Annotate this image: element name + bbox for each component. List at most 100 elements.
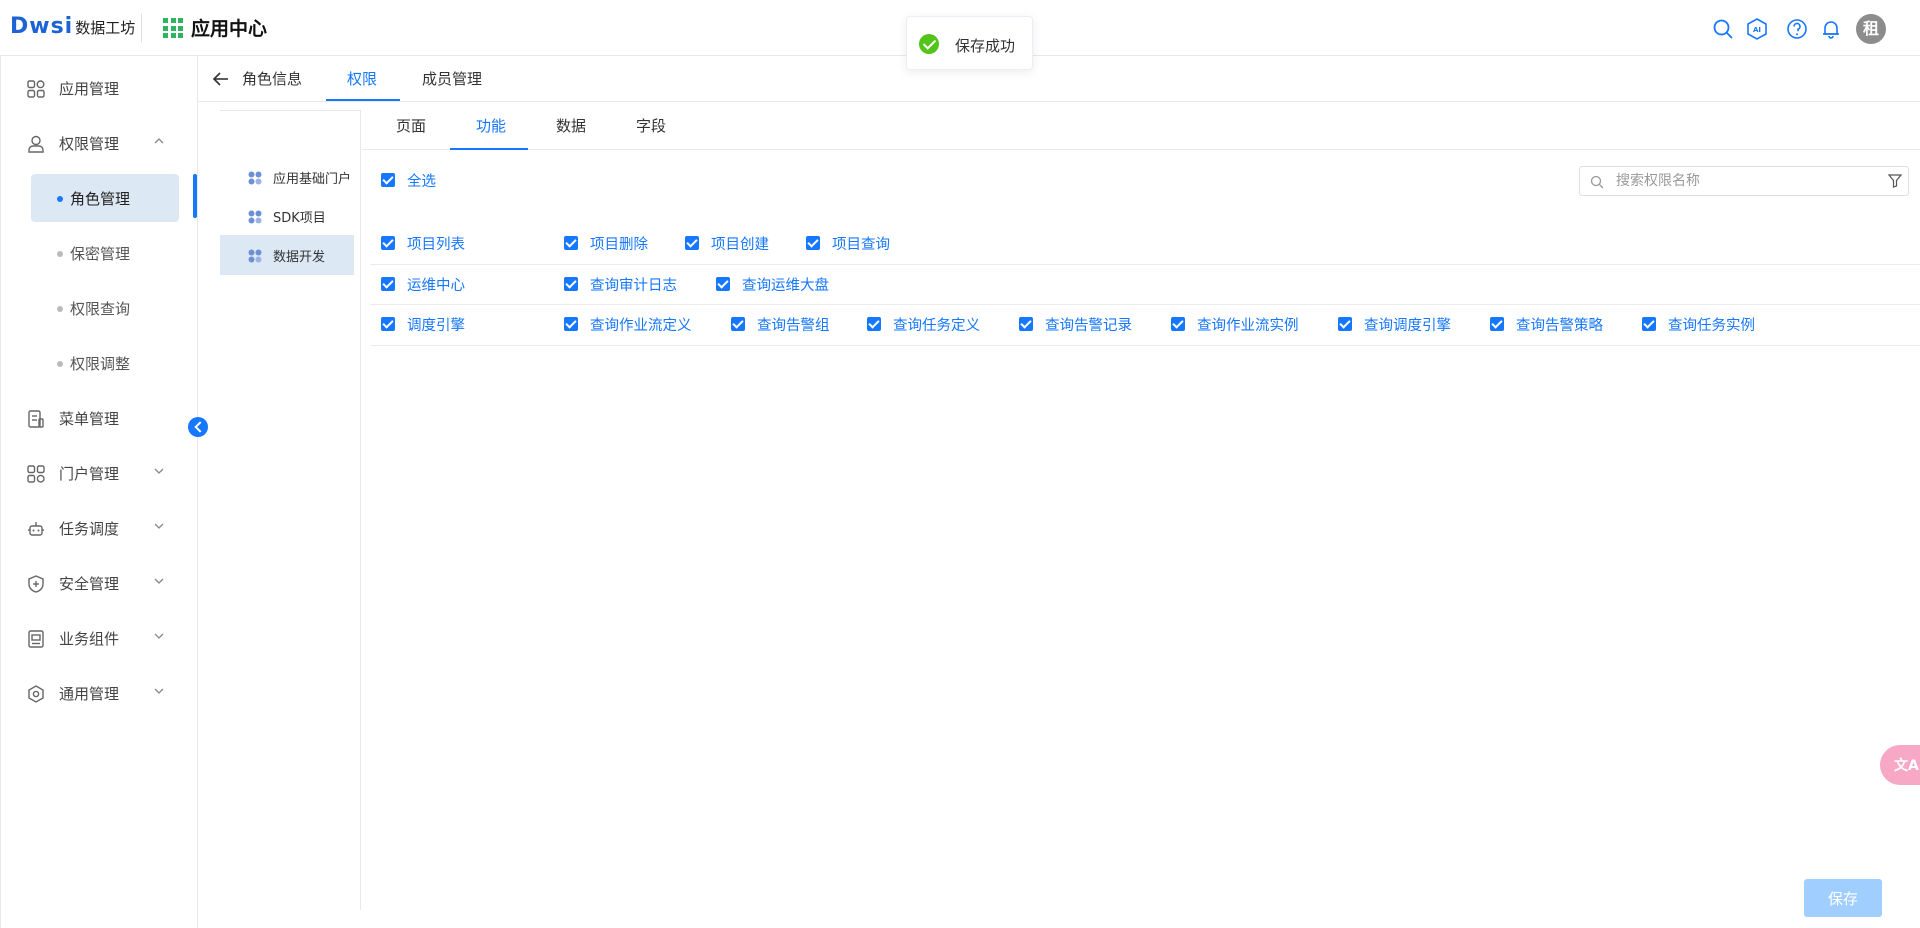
- project-item-label: 应用基础门户: [273, 172, 352, 187]
- permission-label[interactable]: 查询作业流实例: [1197, 314, 1299, 335]
- project-item[interactable]: SDK项目: [220, 196, 354, 236]
- sidebar-subitem-label: 权限调整: [70, 355, 131, 373]
- project-icon: [248, 210, 262, 224]
- chevron-up-icon: [154, 138, 164, 144]
- chevron-down-icon: [154, 523, 164, 529]
- menu-doc-icon: [28, 410, 44, 428]
- permission-checkbox[interactable]: [564, 317, 578, 331]
- permission-checkbox[interactable]: [716, 277, 730, 291]
- permission-label[interactable]: 查询运维大盘: [742, 274, 829, 295]
- sidebar-active-indicator: [193, 174, 197, 218]
- permission-label[interactable]: 项目创建: [711, 233, 769, 254]
- role-tabs: 角色信息 权限 成员管理: [198, 56, 1920, 102]
- bell-icon[interactable]: [1820, 18, 1842, 40]
- project-list: 应用基础门户 SDK项目 数据开发: [220, 110, 361, 910]
- select-all-checkbox[interactable]: [381, 173, 395, 187]
- permission-checkbox[interactable]: [1338, 317, 1352, 331]
- collapse-sidebar-button[interactable]: [188, 417, 208, 437]
- permission-checkbox[interactable]: [731, 317, 745, 331]
- group-label[interactable]: 运维中心: [407, 274, 465, 295]
- save-button[interactable]: 保存: [1804, 879, 1882, 917]
- project-icon: [248, 249, 262, 263]
- apps-icon: [27, 80, 45, 98]
- permission-label[interactable]: 项目删除: [590, 233, 648, 254]
- back-arrow-icon[interactable]: [212, 70, 230, 88]
- tab-page[interactable]: 页面: [396, 115, 426, 136]
- tab-field[interactable]: 字段: [636, 115, 666, 136]
- sidebar-item-label: 通用管理: [59, 685, 120, 703]
- filter-icon[interactable]: [1888, 174, 1902, 188]
- sidebar-item-label: 任务调度: [59, 520, 120, 538]
- permission-checkbox[interactable]: [1642, 317, 1656, 331]
- permission-label[interactable]: 查询告警记录: [1045, 314, 1132, 335]
- chevron-down-icon: [154, 468, 164, 474]
- group-label[interactable]: 调度引擎: [407, 314, 465, 335]
- tab-data[interactable]: 数据: [556, 115, 586, 136]
- project-item-label: SDK项目: [273, 211, 326, 226]
- bullet-dot: [57, 251, 63, 257]
- search-input[interactable]: [1616, 171, 1866, 191]
- permission-checkbox[interactable]: [564, 236, 578, 250]
- permission-checkbox[interactable]: [564, 277, 578, 291]
- tab-permissions[interactable]: 权限: [347, 68, 377, 89]
- sidebar-item-permission-management[interactable]: 权限管理: [1, 123, 198, 163]
- svg-text:AI: AI: [1753, 26, 1761, 34]
- permission-label[interactable]: 查询调度引擎: [1364, 314, 1451, 335]
- role-info-title[interactable]: 角色信息: [242, 68, 302, 89]
- shield-icon: [28, 575, 44, 593]
- sidebar-item-menu-management[interactable]: 菜单管理: [1, 398, 198, 438]
- tab-function[interactable]: 功能: [476, 115, 506, 136]
- help-icon[interactable]: [1786, 18, 1808, 40]
- group-checkbox[interactable]: [381, 277, 395, 291]
- select-all-label[interactable]: 全选: [407, 170, 436, 191]
- sidebar-subitem-secret-management[interactable]: 保密管理: [31, 229, 179, 277]
- permission-label[interactable]: 查询任务定义: [893, 314, 980, 335]
- ai-icon[interactable]: AI: [1746, 18, 1768, 40]
- sidebar-item-security-management[interactable]: 安全管理: [1, 563, 198, 603]
- tab-member-management[interactable]: 成员管理: [422, 68, 482, 89]
- sidebar-subitem-permission-adjust[interactable]: 权限调整: [31, 339, 179, 387]
- portal-icon: [27, 465, 45, 483]
- sidebar-item-task-scheduling[interactable]: 任务调度: [1, 508, 198, 548]
- permission-label[interactable]: 查询告警组: [757, 314, 830, 335]
- brand-logo-text: Dwsi: [10, 14, 74, 39]
- permission-label[interactable]: 查询作业流定义: [590, 314, 692, 335]
- permission-checkbox[interactable]: [685, 236, 699, 250]
- permission-label[interactable]: 查询审计日志: [590, 274, 677, 295]
- chevron-down-icon: [154, 688, 164, 694]
- sidebar-subitem-role-management[interactable]: 角色管理: [31, 174, 179, 222]
- permission-search: [1579, 166, 1909, 196]
- sidebar: 应用管理 权限管理 角色管理 保密管理 权限查询 权限调整 菜单管理 门户管理 …: [0, 56, 198, 928]
- sidebar-item-portal-management[interactable]: 门户管理: [1, 453, 198, 493]
- permission-checkbox[interactable]: [1019, 317, 1033, 331]
- sidebar-item-general-management[interactable]: 通用管理: [1, 673, 198, 713]
- permission-label[interactable]: 项目查询: [832, 233, 890, 254]
- logo[interactable]: Dwsi 数据工坊: [10, 14, 135, 39]
- search-icon[interactable]: [1712, 18, 1734, 40]
- sidebar-item-label: 权限管理: [59, 135, 120, 153]
- sidebar-subitem-label: 角色管理: [70, 190, 131, 208]
- permission-label[interactable]: 查询任务实例: [1668, 314, 1755, 335]
- group-checkbox[interactable]: [381, 236, 395, 250]
- project-item[interactable]: 应用基础门户: [220, 157, 354, 197]
- group-label[interactable]: 项目列表: [407, 233, 465, 254]
- sidebar-item-app-management[interactable]: 应用管理: [1, 68, 198, 108]
- permission-checkbox[interactable]: [1171, 317, 1185, 331]
- translate-icon: 文A: [1894, 758, 1919, 774]
- translate-float-button[interactable]: 文A: [1880, 745, 1920, 785]
- permission-label[interactable]: 查询告警策略: [1516, 314, 1603, 335]
- permission-checkbox[interactable]: [867, 317, 881, 331]
- toast-message: 保存成功: [955, 37, 1016, 55]
- group-checkbox[interactable]: [381, 317, 395, 331]
- sidebar-subitem-permission-query[interactable]: 权限查询: [31, 284, 179, 332]
- component-icon: [28, 630, 44, 648]
- app-grid-icon[interactable]: [163, 18, 183, 38]
- permission-checkbox[interactable]: [1490, 317, 1504, 331]
- sidebar-item-label: 业务组件: [59, 630, 120, 648]
- sidebar-subitem-label: 保密管理: [70, 245, 131, 263]
- avatar[interactable]: 租: [1856, 14, 1886, 44]
- chevron-down-icon: [154, 578, 164, 584]
- permission-checkbox[interactable]: [806, 236, 820, 250]
- sidebar-item-business-components[interactable]: 业务组件: [1, 618, 198, 658]
- project-item[interactable]: 数据开发: [220, 235, 354, 275]
